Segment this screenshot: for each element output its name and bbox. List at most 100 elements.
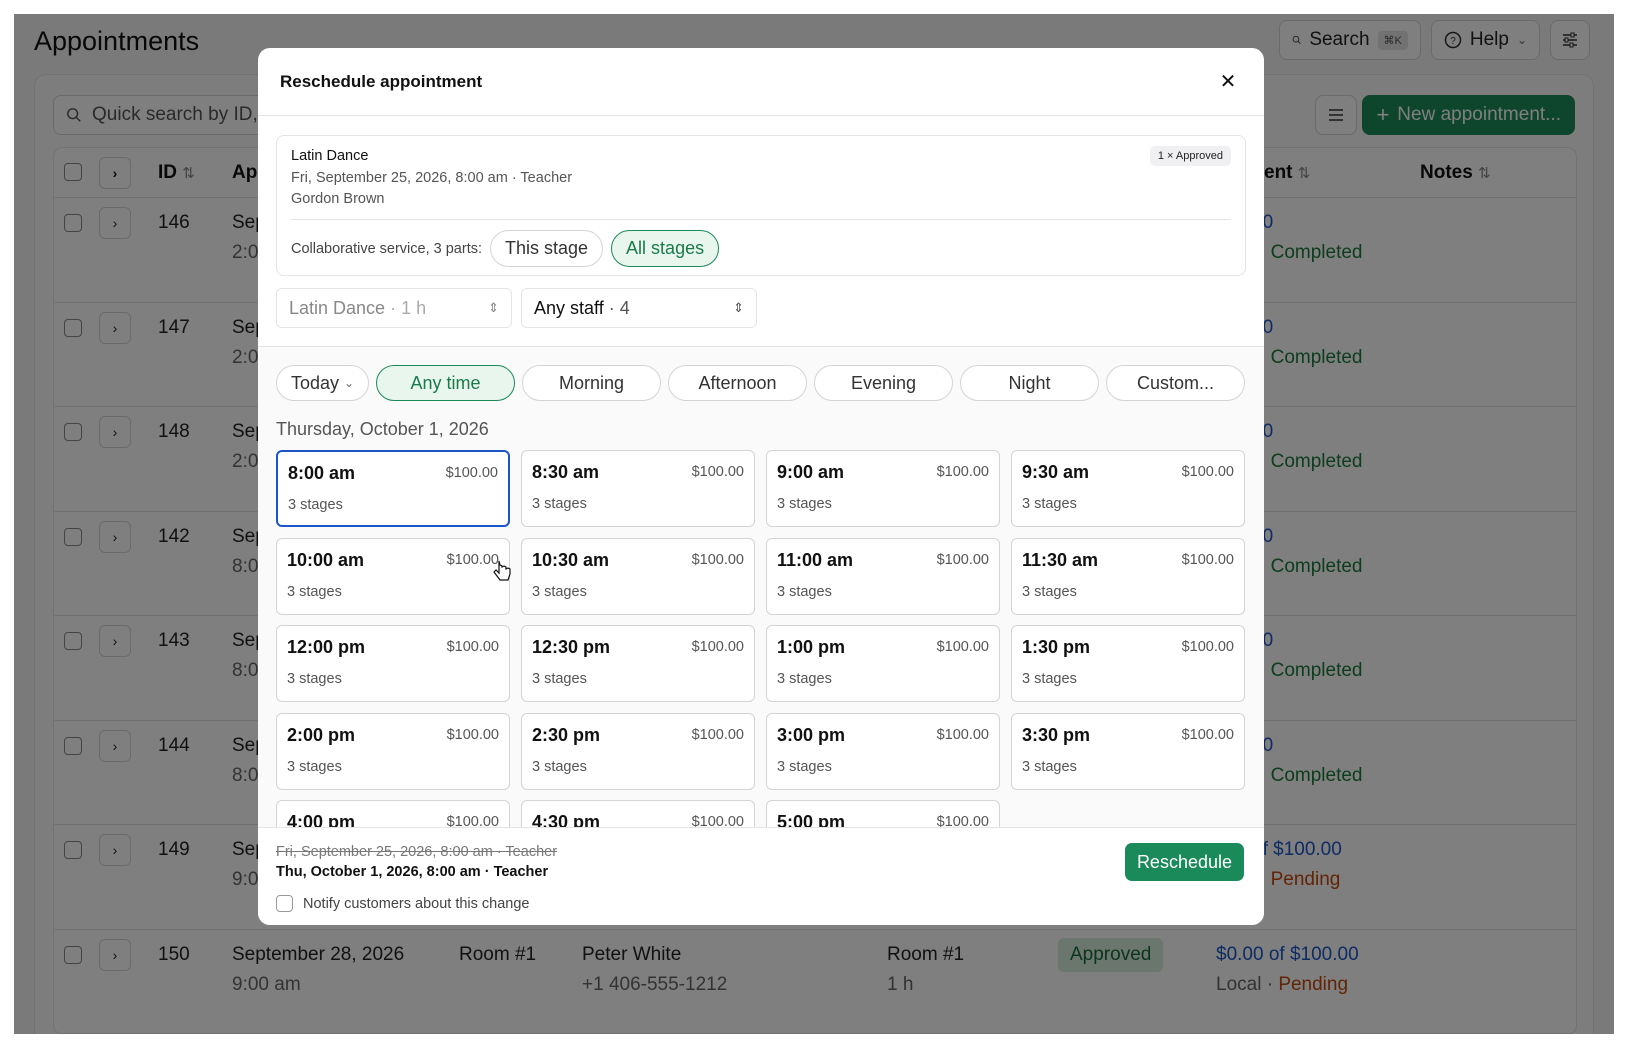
slots-scroll-area[interactable]: Today ⌄ Any time Morning Afternoon Eveni… <box>258 347 1264 827</box>
stage-scope-group: Collaborative service, 3 parts: This sta… <box>291 230 720 267</box>
slot-price: $100.00 <box>691 464 744 480</box>
slot-stages: 3 stages <box>287 584 342 600</box>
slot-price: $100.00 <box>1181 727 1234 743</box>
service-select-value: Latin Dance <box>289 297 386 318</box>
slot-price: $100.00 <box>936 552 989 568</box>
slot-time: 9:30 am <box>1022 462 1090 482</box>
filter-morning[interactable]: Morning <box>522 365 661 401</box>
time-slot[interactable]: 3:00 pm $100.00 3 stages <box>766 713 1000 790</box>
time-slot[interactable]: 2:30 pm $100.00 3 stages <box>521 713 755 790</box>
slot-price: $100.00 <box>1181 464 1234 480</box>
today-dropdown[interactable]: Today ⌄ <box>276 365 369 401</box>
slot-stages: 3 stages <box>1022 671 1077 687</box>
appointment-when: Fri, September 25, 2026, 8:00 am · Teach… <box>291 170 573 186</box>
slot-price: $100.00 <box>1181 552 1234 568</box>
time-slot[interactable]: 5:00 pm$100.003 stages <box>766 800 1000 827</box>
slot-stages: 3 stages <box>1022 584 1077 600</box>
slot-time: 10:30 am <box>532 550 610 570</box>
collab-label: Collaborative service, 3 parts: <box>291 240 482 257</box>
filter-afternoon[interactable]: Afternoon <box>668 365 807 401</box>
slot-time: 9:00 am <box>777 462 845 482</box>
slot-stages: 3 stages <box>777 759 832 775</box>
old-time: Fri, September 25, 2026, 8:00 am · Teach… <box>276 844 558 860</box>
divider <box>291 219 1231 220</box>
time-slot[interactable]: 8:00 am $100.00 3 stages <box>276 450 510 527</box>
slot-time: 3:30 pm <box>1022 725 1091 745</box>
close-icon: ✕ <box>1219 71 1237 93</box>
time-slot[interactable]: 2:00 pm $100.00 3 stages <box>276 713 510 790</box>
service-duration: · 1 h <box>390 297 427 318</box>
slot-time: 5:00 pm <box>777 812 846 827</box>
slot-time: 4:00 pm <box>287 812 356 827</box>
filter-night[interactable]: Night <box>960 365 1099 401</box>
slot-time: 11:30 am <box>1022 550 1099 570</box>
slot-time: 11:00 am <box>777 550 854 570</box>
slot-time: 1:00 pm <box>777 637 846 657</box>
reschedule-button[interactable]: Reschedule <box>1124 843 1244 881</box>
notify-customers-option[interactable]: Notify customers about this change <box>276 895 529 912</box>
notify-label: Notify customers about this change <box>303 895 530 912</box>
slot-stages: 3 stages <box>287 671 342 687</box>
slot-stages: 3 stages <box>532 584 587 600</box>
slot-stages: 3 stages <box>532 759 587 775</box>
all-stages-toggle[interactable]: All stages <box>611 230 720 267</box>
slot-time: 8:00 am <box>288 463 356 483</box>
time-slot[interactable]: 10:00 am $100.00 3 stages <box>276 538 510 615</box>
time-slot[interactable]: 4:00 pm$100.003 stages <box>276 800 510 827</box>
time-slot[interactable]: 4:30 pm$100.003 stages <box>521 800 755 827</box>
slot-stages: 3 stages <box>1022 759 1077 775</box>
time-slot[interactable]: 9:00 am $100.00 3 stages <box>766 450 1000 527</box>
filter-evening[interactable]: Evening <box>814 365 953 401</box>
filter-custom[interactable]: Custom... <box>1106 365 1245 401</box>
pointer-cursor-icon <box>493 560 511 581</box>
service-name: Latin Dance <box>291 148 369 164</box>
new-time: Thu, October 1, 2026, 8:00 am · Teacher <box>276 864 549 880</box>
reschedule-modal: Reschedule appointment ✕ Latin Dance Fri… <box>258 48 1264 925</box>
time-slot[interactable]: 3:30 pm $100.00 3 stages <box>1011 713 1245 790</box>
slot-price: $100.00 <box>691 814 744 827</box>
slot-time: 12:00 pm <box>287 637 366 657</box>
slot-stages: 3 stages <box>777 584 832 600</box>
chevron-down-icon: ⌄ <box>344 376 355 390</box>
time-slot[interactable]: 8:30 am $100.00 3 stages <box>521 450 755 527</box>
staff-count: · 4 <box>608 297 630 318</box>
time-slot[interactable]: 1:30 pm $100.00 3 stages <box>1011 625 1245 702</box>
slot-price: $100.00 <box>936 814 989 827</box>
time-slot[interactable]: 12:00 pm $100.00 3 stages <box>276 625 510 702</box>
slot-price: $100.00 <box>446 814 499 827</box>
modal-header: Reschedule appointment ✕ <box>258 48 1264 116</box>
service-select[interactable]: Latin Dance · 1 h ⇕ <box>276 288 512 328</box>
time-slot[interactable]: 11:30 am $100.00 3 stages <box>1011 538 1245 615</box>
slot-price: $100.00 <box>446 727 499 743</box>
time-slot[interactable]: 12:30 pm $100.00 3 stages <box>521 625 755 702</box>
time-slot[interactable]: 10:30 am $100.00 3 stages <box>521 538 755 615</box>
slot-time: 8:30 am <box>532 462 600 482</box>
slot-stages: 3 stages <box>1022 496 1077 512</box>
slot-price: $100.00 <box>691 727 744 743</box>
slot-time: 4:30 pm <box>532 812 601 827</box>
slot-time: 1:30 pm <box>1022 637 1091 657</box>
modal-footer: Fri, September 25, 2026, 8:00 am · Teach… <box>258 827 1264 925</box>
slot-price: $100.00 <box>936 464 989 480</box>
close-button[interactable]: ✕ <box>1214 68 1242 96</box>
slot-price: $100.00 <box>1181 639 1234 655</box>
app-window: Appointments Search ⌘K ? Help ⌄ Quick se… <box>14 14 1614 1034</box>
time-filters: Today ⌄ Any time Morning Afternoon Eveni… <box>276 365 1245 401</box>
slot-stages: 3 stages <box>777 671 832 687</box>
this-stage-toggle[interactable]: This stage <box>490 230 604 267</box>
slot-stages: 3 stages <box>777 496 832 512</box>
staff-select[interactable]: Any staff · 4 ⇕ <box>521 288 757 328</box>
slot-price: $100.00 <box>445 465 498 481</box>
today-label: Today <box>290 372 339 393</box>
filter-any-time[interactable]: Any time <box>376 365 515 401</box>
notify-checkbox[interactable] <box>276 895 293 912</box>
time-slot[interactable]: 11:00 am $100.00 3 stages <box>766 538 1000 615</box>
slot-stages: 3 stages <box>532 496 587 512</box>
slot-time: 2:30 pm <box>532 725 601 745</box>
approved-count-badge: 1 × Approved <box>1149 146 1231 166</box>
time-slot[interactable]: 9:30 am $100.00 3 stages <box>1011 450 1245 527</box>
slot-time: 3:00 pm <box>777 725 846 745</box>
slot-time: 12:30 pm <box>532 637 611 657</box>
time-slot[interactable]: 1:00 pm $100.00 3 stages <box>766 625 1000 702</box>
appointment-info-card: Latin Dance Fri, September 25, 2026, 8:0… <box>276 135 1246 276</box>
